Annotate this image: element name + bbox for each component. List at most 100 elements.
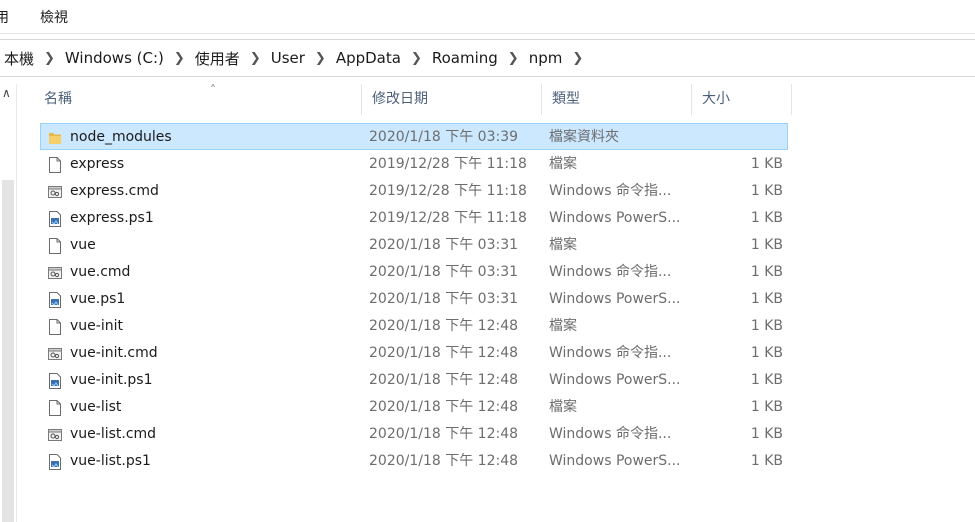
breadcrumb-item-user[interactable]: User	[271, 49, 305, 67]
file-type: 檔案資料夾	[549, 129, 619, 145]
file-row[interactable]: express 2019/12/28 下午 11:18 檔案 1 KB	[40, 150, 788, 177]
cmd-file-icon	[48, 345, 62, 361]
file-type: Windows 命令指...	[549, 345, 672, 361]
file-modified-date: 2020/1/18 下午 12:48	[369, 318, 519, 334]
file-type: 檔案	[549, 156, 577, 172]
file-modified-date: 2020/1/18 下午 12:48	[369, 426, 519, 442]
file-modified-date: 2019/12/28 下午 11:18	[369, 210, 527, 226]
file-type: 檔案	[549, 399, 577, 415]
scroll-up-arrow-icon[interactable]: ∧	[2, 86, 11, 100]
file-icon	[48, 399, 62, 416]
file-modified-date: 2020/1/18 下午 12:48	[369, 453, 519, 469]
file-list: node_modules 2020/1/18 下午 03:39 檔案資料夾 expre…	[40, 123, 788, 474]
file-modified-date: 2020/1/18 下午 03:31	[369, 291, 519, 307]
file-name: node_modules	[70, 129, 172, 145]
column-header-name[interactable]: 名稱 ˄	[34, 83, 362, 115]
file-type: 檔案	[549, 318, 577, 334]
file-size: 1 KB	[750, 399, 783, 415]
cmd-file-icon	[48, 264, 62, 280]
file-row[interactable]: vue-init.ps1 2020/1/18 下午 12:48 Windows Po…	[40, 366, 788, 393]
file-type: Windows PowerS...	[549, 210, 681, 226]
file-size: 1 KB	[750, 237, 783, 253]
chevron-right-icon[interactable]: ❯	[250, 51, 261, 66]
chevron-right-icon[interactable]: ❯	[572, 51, 583, 66]
cmd-file-icon	[48, 426, 62, 442]
chevron-right-icon[interactable]: ❯	[411, 51, 422, 66]
folder-icon	[48, 129, 62, 145]
file-size: 1 KB	[750, 210, 783, 226]
sort-ascending-icon: ˄	[210, 83, 216, 97]
file-row[interactable]: express.ps1 2019/12/28 下午 11:18 Windows Po…	[40, 204, 788, 231]
nav-scrollbar-thumb[interactable]	[2, 180, 14, 522]
file-row[interactable]: vue-list 2020/1/18 下午 12:48 檔案 1 KB	[40, 393, 788, 420]
file-row[interactable]: vue.ps1 2020/1/18 下午 03:31 Windows PowerS.…	[40, 285, 788, 312]
breadcrumb-item-this-pc[interactable]: 本機	[4, 48, 34, 69]
file-row[interactable]: vue-init 2020/1/18 下午 12:48 檔案 1 KB	[40, 312, 788, 339]
file-modified-date: 2020/1/18 下午 03:31	[369, 237, 519, 253]
file-type: Windows 命令指...	[549, 183, 672, 199]
file-modified-date: 2019/12/28 下午 11:18	[369, 183, 527, 199]
file-modified-date: 2020/1/18 下午 12:48	[369, 345, 519, 361]
powershell-file-icon	[48, 291, 62, 308]
address-bar[interactable]: 本機 ❯ Windows (C:) ❯ 使用者 ❯ User ❯ AppData…	[0, 39, 975, 77]
file-row[interactable]: express.cmd 2019/12/28 下午 11:18 Windows 命令…	[40, 177, 788, 204]
navigation-pane: ∧	[0, 84, 17, 522]
column-type-label: 類型	[552, 91, 580, 107]
breadcrumb-item-users[interactable]: 使用者	[195, 48, 240, 69]
file-size: 1 KB	[750, 183, 783, 199]
file-name: vue.ps1	[70, 291, 126, 307]
file-icon	[48, 318, 62, 335]
column-date-label: 修改日期	[372, 91, 428, 107]
file-row[interactable]: vue-init.cmd 2020/1/18 下午 12:48 Windows 命令…	[40, 339, 788, 366]
file-name: vue-init.cmd	[70, 345, 158, 361]
file-size: 1 KB	[750, 291, 783, 307]
column-name-label: 名稱	[44, 91, 72, 107]
file-row[interactable]: vue-list.ps1 2020/1/18 下午 12:48 Windows Po…	[40, 447, 788, 474]
file-type: Windows 命令指...	[549, 426, 672, 442]
breadcrumb: 本機 ❯ Windows (C:) ❯ 使用者 ❯ User ❯ AppData…	[4, 40, 593, 76]
file-modified-date: 2020/1/18 下午 12:48	[369, 399, 519, 415]
file-row[interactable]: node_modules 2020/1/18 下午 03:39 檔案資料夾	[40, 123, 788, 150]
breadcrumb-item-drive-c[interactable]: Windows (C:)	[65, 49, 164, 67]
file-size: 1 KB	[750, 372, 783, 388]
file-name: vue-list.cmd	[70, 426, 157, 442]
ribbon-tab-partial[interactable]: 用	[0, 7, 9, 27]
column-header: 名稱 ˄ 修改日期 類型 大小	[16, 83, 975, 115]
file-name: express	[70, 156, 125, 172]
file-size: 1 KB	[750, 453, 783, 469]
cmd-file-icon	[48, 183, 62, 199]
powershell-file-icon	[48, 453, 62, 470]
file-name: vue-init	[70, 318, 123, 334]
breadcrumb-item-roaming[interactable]: Roaming	[432, 49, 498, 67]
file-row[interactable]: vue.cmd 2020/1/18 下午 03:31 Windows 命令指... 1…	[40, 258, 788, 285]
file-size: 1 KB	[750, 264, 783, 280]
ribbon-tab-view[interactable]: 檢視	[40, 7, 68, 27]
file-row[interactable]: vue 2020/1/18 下午 03:31 檔案 1 KB	[40, 231, 788, 258]
chevron-right-icon[interactable]: ❯	[44, 51, 55, 66]
breadcrumb-item-npm[interactable]: npm	[529, 49, 563, 67]
column-header-date[interactable]: 修改日期	[362, 84, 542, 115]
file-name: express.ps1	[70, 210, 154, 226]
chevron-right-icon[interactable]: ❯	[174, 51, 185, 66]
file-type: Windows 命令指...	[549, 264, 672, 280]
file-name: vue.cmd	[70, 264, 131, 280]
file-name: vue-list	[70, 399, 122, 415]
breadcrumb-item-appdata[interactable]: AppData	[336, 49, 401, 67]
chevron-right-icon[interactable]: ❯	[508, 51, 519, 66]
column-header-type[interactable]: 類型	[542, 84, 692, 115]
file-type: Windows PowerS...	[549, 453, 681, 469]
file-size: 1 KB	[750, 426, 783, 442]
file-modified-date: 2020/1/18 下午 03:31	[369, 264, 519, 280]
column-header-size[interactable]: 大小	[692, 84, 792, 115]
file-size: 1 KB	[750, 345, 783, 361]
file-row[interactable]: vue-list.cmd 2020/1/18 下午 12:48 Windows 命令…	[40, 420, 788, 447]
powershell-file-icon	[48, 372, 62, 389]
file-type: Windows PowerS...	[549, 291, 681, 307]
ribbon-tabs: 用 檢視	[0, 0, 975, 34]
chevron-right-icon[interactable]: ❯	[315, 51, 326, 66]
powershell-file-icon	[48, 210, 62, 227]
file-size: 1 KB	[750, 156, 783, 172]
file-name: express.cmd	[70, 183, 159, 199]
file-name: vue-list.ps1	[70, 453, 151, 469]
file-modified-date: 2019/12/28 下午 11:18	[369, 156, 527, 172]
